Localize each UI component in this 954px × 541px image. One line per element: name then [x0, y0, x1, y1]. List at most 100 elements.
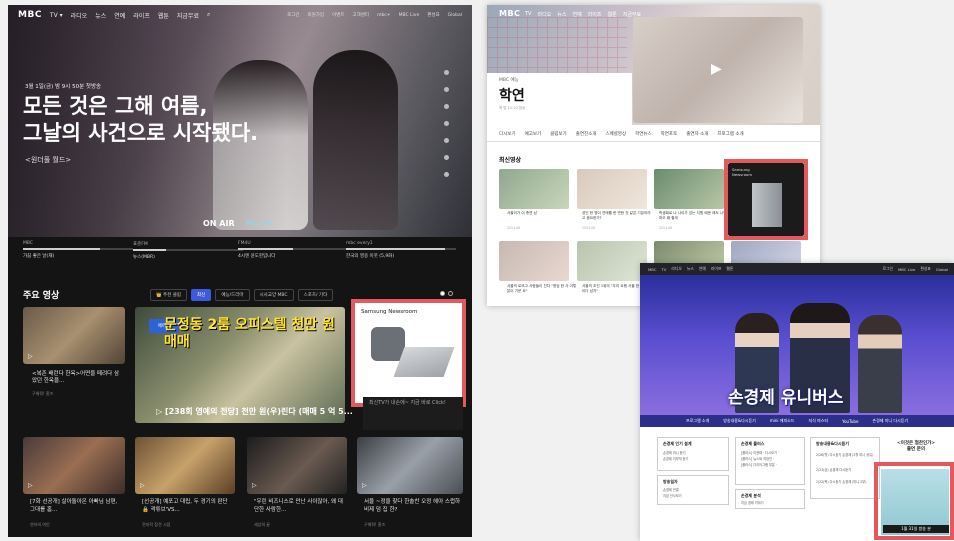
tab-docu[interactable]: 시사교양 MBC — [253, 289, 294, 301]
hakyeon-program-panel: MBC TV 라디오 뉴스 연예 라이프 웹툰 지금무료 MBC 예능 학연 목… — [487, 5, 820, 306]
tab-recommend[interactable]: 👑 추천 클립 — [150, 289, 188, 301]
nav-global[interactable]: Global — [936, 267, 954, 272]
channel-fm4u[interactable]: FM4U 4시엔 윤도현입니다 — [238, 241, 348, 261]
video-caption[interactable]: 학생회로 나 나이가 있는 지원 때문 에도 나인 마오 때 할게 — [659, 211, 729, 221]
nav-life[interactable]: 라이프 — [711, 266, 721, 272]
featured-overlay-text: 문정동 2룸 오피스텔 천만 원 매매 — [164, 317, 335, 350]
hero-pagination[interactable] — [444, 70, 449, 177]
subnav-about[interactable]: 프로그램 소개 — [717, 131, 743, 137]
mbc-logo[interactable]: MBC — [499, 9, 520, 18]
subnav-cast[interactable]: 출연진소개 — [576, 131, 597, 137]
nav-webtoon[interactable]: 웹툰 — [608, 11, 617, 18]
menu-replay[interactable]: 방송내용&다시듣기 — [723, 418, 756, 424]
nav-login[interactable]: 로그인 — [882, 266, 892, 272]
video-thumb[interactable] — [654, 169, 724, 209]
subnav-clip[interactable]: 클립보기 — [550, 131, 567, 137]
subnav-special[interactable]: 스페셜영상 — [605, 131, 626, 137]
nav-tv[interactable]: TV — [661, 267, 666, 272]
ad-tagline[interactable]: 최신TV가 내손에~ 지금 바로 Click! — [363, 397, 463, 430]
nav-login[interactable]: 로그인 — [287, 12, 299, 18]
video-thumb[interactable] — [357, 437, 463, 494]
subnav-photo[interactable]: 학연포토 — [661, 131, 678, 137]
video-thumb[interactable] — [247, 437, 347, 494]
nav-free[interactable]: 지금무료 — [177, 11, 199, 20]
nav-help[interactable]: 고객센터 — [353, 12, 370, 18]
channel-fm[interactable]: 표준FM 뉴스(MBR) — [133, 241, 243, 261]
menu-master[interactable]: 지식 마스터 — [808, 418, 828, 424]
nav-radio[interactable]: 라디오 — [71, 11, 88, 20]
mbc-live-link[interactable]: Mbc Live — [246, 220, 272, 227]
menu-mini[interactable]: mini 에피소드 — [770, 418, 795, 424]
nav-life[interactable]: 라이프 — [133, 11, 150, 20]
nav-life[interactable]: 라이프 — [588, 11, 602, 18]
nav-live[interactable]: MBC Live — [399, 13, 420, 18]
video-caption[interactable]: "우린 비즈니스로 만난 사이잖아, 왜 대단한 사람한... — [254, 499, 346, 514]
video-thumb[interactable] — [577, 241, 647, 281]
video-thumb[interactable] — [499, 241, 569, 281]
video-caption[interactable]: <복존 배런다 한옥>어떤을 떼려다 삼았던 한옥을... — [32, 371, 124, 385]
nav-schedule[interactable]: 편성표 — [427, 12, 439, 18]
subnav-performer[interactable]: 출연자 소개 — [686, 131, 708, 137]
video-caption[interactable]: [선공개] 예포고 대립, 두 경기의 판단 🔒 곽튜브'VS... — [142, 499, 234, 514]
hero-program-link[interactable]: <원더풀 월드> — [25, 155, 71, 165]
mbc-logo[interactable]: MBC — [648, 267, 656, 272]
video-caption[interactable]: 서울 ~정을 찾다 한솔찬 오정 헤아 스럽하 비제 덤 집 한? — [364, 499, 462, 514]
video-thumb[interactable] — [577, 169, 647, 209]
video-caption[interactable]: 서울이가 이 총연 남 — [507, 211, 577, 216]
nav-news[interactable]: 뉴스 — [95, 11, 106, 20]
nav-ent[interactable]: 연예 — [573, 11, 582, 18]
nav-webtoon[interactable]: 웹툰 — [726, 266, 733, 272]
nav-radio[interactable]: 라디오 — [671, 266, 681, 272]
video-thumb[interactable] — [23, 307, 125, 364]
menu-about[interactable]: 프로그램 소개 — [686, 418, 709, 424]
tab-sports[interactable]: 스포츠/ 기타 — [297, 289, 334, 301]
samsung-ad[interactable]: Samsung Newsroom — [728, 163, 804, 236]
play-icon: ▷ — [252, 482, 257, 489]
nav-news[interactable]: 뉴스 — [557, 11, 566, 18]
featured-caption[interactable]: ▷ [238회 영예의 전당] 천만 원(우)린다 (매매 5 억 5... — [156, 406, 353, 417]
content-box: 손경제 인기 설계 손경제 미니 듣기 손경제 이렇게 듣기 — [657, 437, 729, 471]
nav-live[interactable]: MBC Live — [898, 267, 915, 272]
samsung-ad[interactable]: Samsung Newsroom — [355, 303, 462, 403]
video-meta: 구해줘! 홈즈 — [364, 522, 386, 527]
carousel-dots[interactable] — [440, 291, 453, 296]
nav-news[interactable]: 뉴스 — [687, 266, 694, 272]
tab-latest[interactable]: 최신 — [191, 289, 212, 301]
nav-ent[interactable]: 연예 — [699, 266, 706, 272]
program-title: 학연 — [499, 88, 525, 104]
program-video-player[interactable]: ▶ — [633, 17, 803, 123]
video-thumb[interactable] — [499, 169, 569, 209]
mbc-logo[interactable]: MBC — [18, 10, 42, 20]
nav-tv[interactable]: TV — [525, 11, 531, 18]
subnav-news[interactable]: 학연뉴스 — [635, 131, 652, 137]
promo-title[interactable]: <이것은 협찬인가> 출연 문의 — [883, 441, 949, 453]
search-icon[interactable]: ⌕ — [207, 11, 210, 19]
video-date: 2024.06 — [659, 226, 673, 230]
subnav-preview[interactable]: 예고보기 — [525, 131, 542, 137]
play-icon[interactable]: ▶ — [711, 61, 722, 77]
nav-event[interactable]: 이벤트 — [332, 12, 344, 18]
video-caption[interactable]: 성인 한 명이 연애를 한 반한 것 같은 기분이라고 중요한가? — [582, 211, 652, 221]
nav-radio[interactable]: 라디오 — [537, 11, 551, 18]
nav-tv[interactable]: TV ▾ — [50, 12, 63, 19]
video-thumb[interactable] — [23, 437, 125, 494]
subnav-vod[interactable]: 다시보기 — [499, 131, 516, 137]
video-caption[interactable]: 서울의 로또고 사람들이 친다 "명엄 한 사 이렇 분이 기운 요" — [507, 284, 577, 294]
program-schedule: 목 밤 11:10 방송 — [499, 106, 526, 110]
on-air-label[interactable]: ON AIR — [203, 219, 235, 228]
video-caption[interactable]: [7화 선공개] 살아돌아온 아빠님 남편, 그대를 홈... — [30, 499, 122, 514]
tab-drama[interactable]: 예능/드라마 — [215, 289, 250, 301]
nav-mbcplus[interactable]: mbc+ — [377, 13, 391, 18]
nav-webtoon[interactable]: 웹툰 — [158, 11, 169, 20]
channel-every1[interactable]: mbc every1 한국의 영웅 이웃 (5,9화) — [346, 241, 456, 261]
menu-youtube[interactable]: YouTube — [842, 419, 858, 424]
nav-join[interactable]: 회원가입 — [308, 12, 325, 18]
son-economy-panel: MBC TV 라디오 뉴스 연예 라이프 웹툰 로그인 MBC Live 편성표… — [640, 263, 954, 541]
channel-mbc[interactable]: MBC 가끔 좋은 날(재) — [23, 241, 133, 261]
menu-mini-replay[interactable]: 손경제 미니 다시듣기 — [872, 418, 908, 424]
nav-schedule[interactable]: 편성표 — [920, 266, 930, 272]
nav-ent[interactable]: 연예 — [114, 11, 125, 20]
play-icon: ▷ — [28, 482, 33, 489]
nav-global[interactable]: Global — [448, 13, 462, 18]
video-thumb[interactable] — [135, 437, 235, 494]
